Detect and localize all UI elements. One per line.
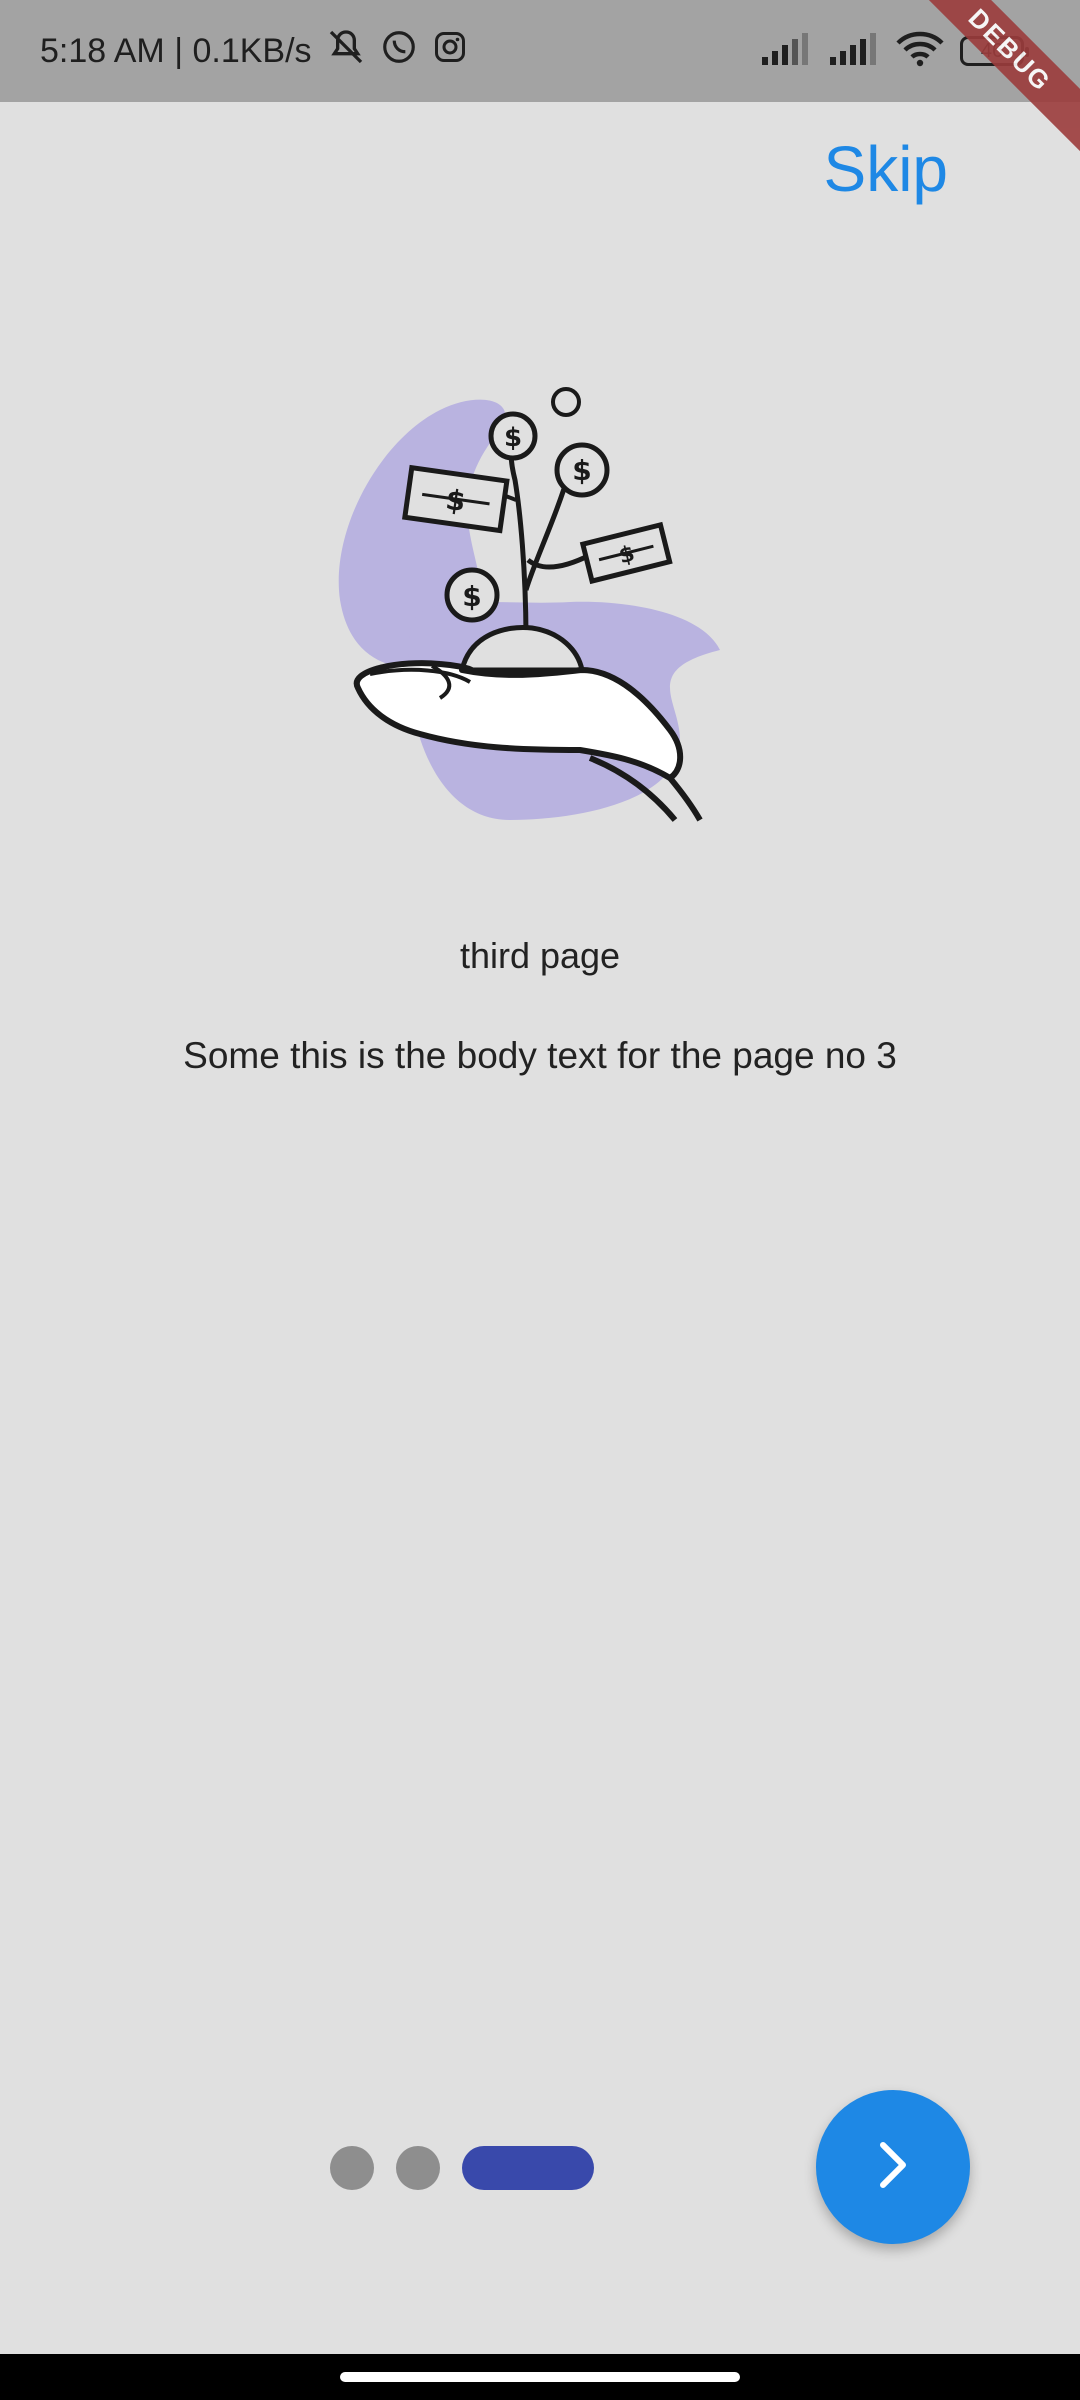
mute-icon	[326, 27, 366, 76]
page-title: third page	[459, 935, 621, 976]
page-indicator	[330, 2146, 594, 2190]
signal-icon	[828, 31, 880, 72]
page-dot-2[interactable]	[396, 2146, 440, 2190]
onboarding-screen: 5:18 AM | 0.1KB/s DEBUG Skip $ $ $ $ $ t…	[0, 0, 1080, 2400]
system-nav-bar	[0, 2354, 1080, 2400]
svg-text:$: $	[504, 423, 522, 453]
page-dot-1[interactable]	[330, 2146, 374, 2190]
signal-icon	[760, 31, 812, 72]
status-time-speed: 5:18 AM | 0.1KB/s	[40, 31, 312, 70]
status-bar: 5:18 AM | 0.1KB/s	[0, 0, 1080, 102]
home-indicator[interactable]	[340, 2372, 740, 2382]
page-dot-3-active[interactable]	[462, 2146, 594, 2190]
page-body-text: Some this is the body text for the page …	[183, 1035, 897, 1076]
skip-button[interactable]: Skip	[824, 132, 949, 206]
whatsapp-icon	[380, 28, 418, 75]
svg-text:$: $	[572, 454, 591, 487]
chevron-right-icon	[863, 2135, 923, 2200]
money-plant-in-hand-illustration: $ $ $ $ $	[320, 370, 740, 830]
status-left: 5:18 AM | 0.1KB/s	[40, 0, 468, 102]
wifi-icon	[896, 30, 944, 73]
next-button[interactable]	[816, 2090, 970, 2244]
svg-text:$: $	[462, 580, 481, 613]
instagram-icon	[432, 29, 468, 74]
